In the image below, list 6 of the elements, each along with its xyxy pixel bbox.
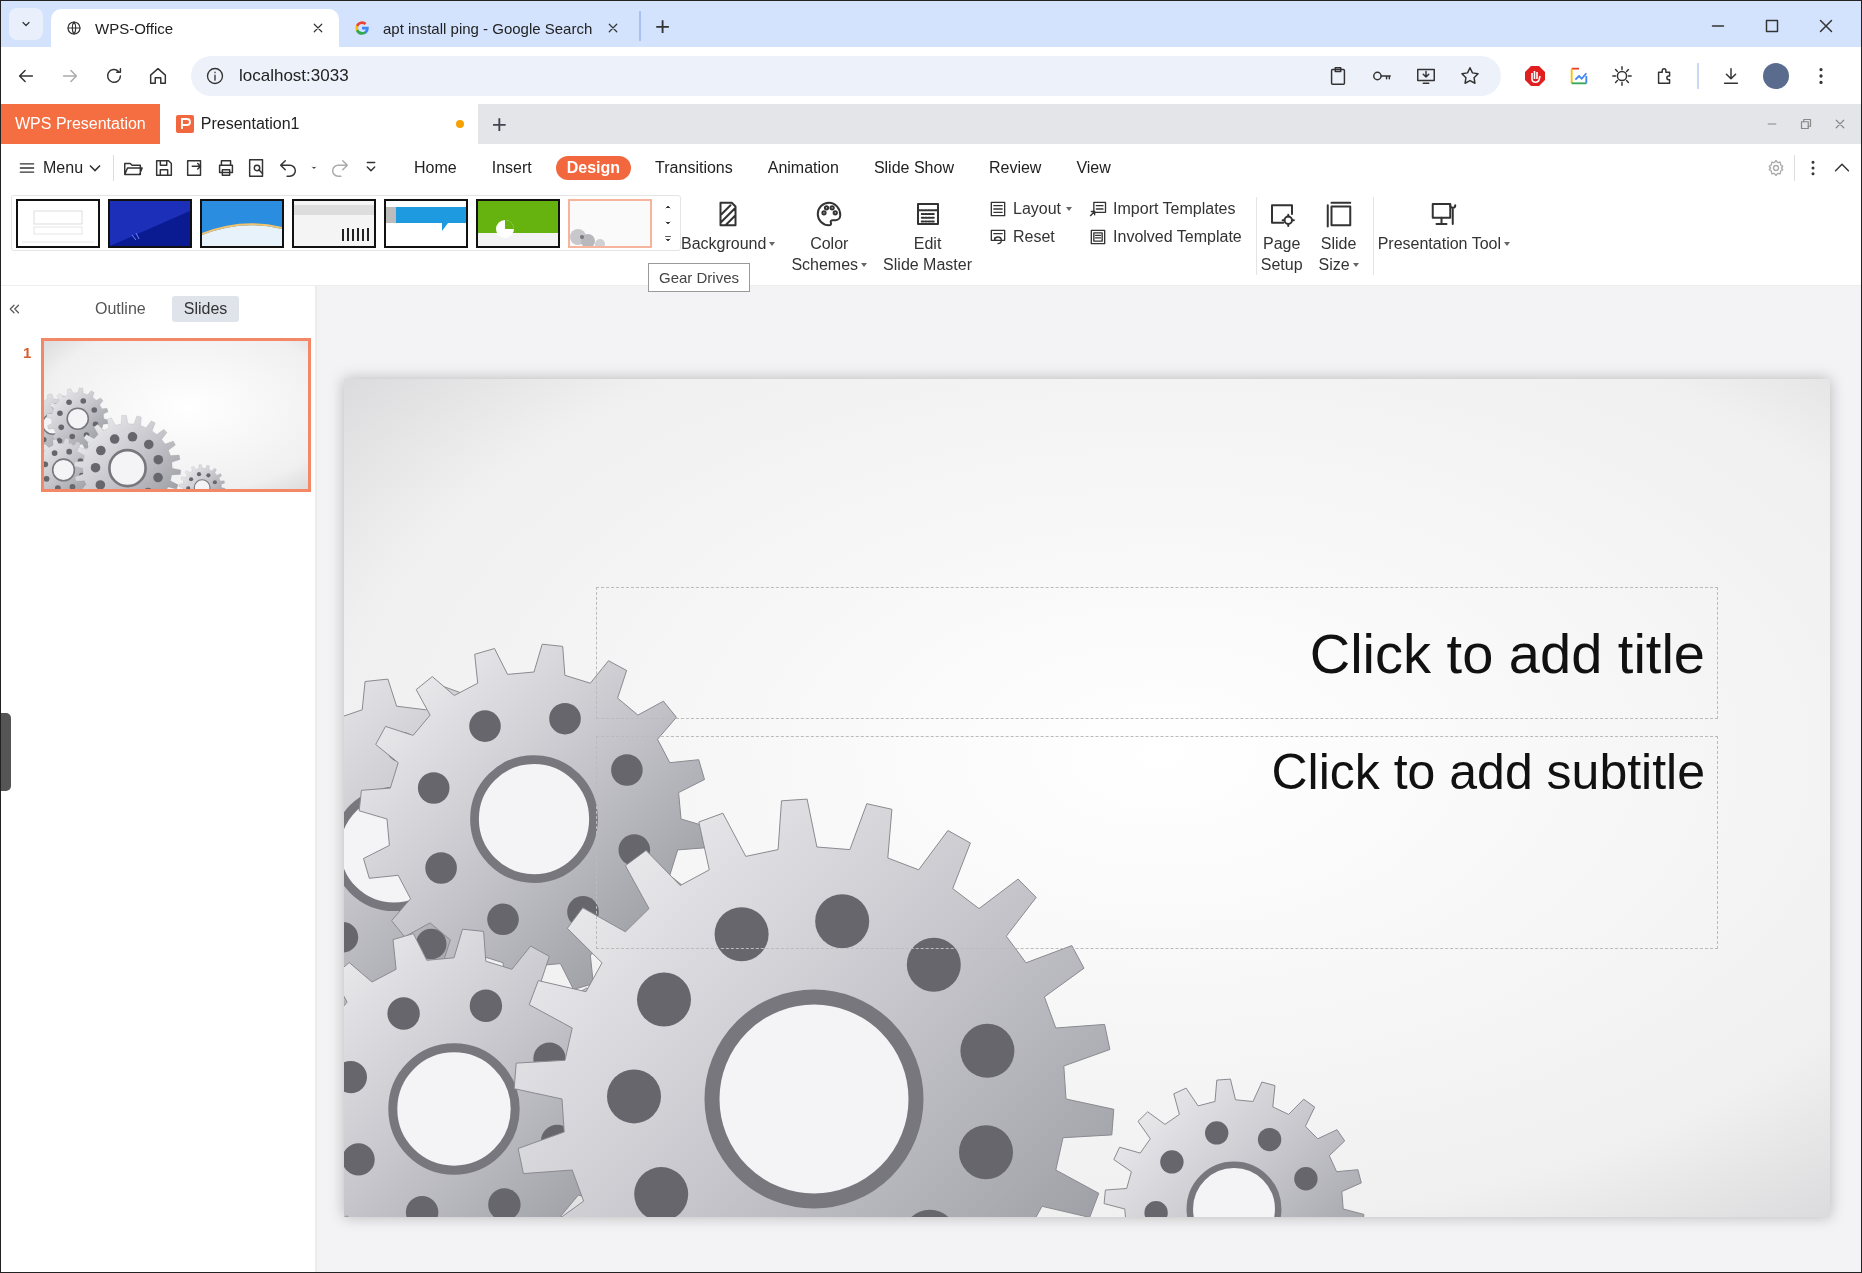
tab-title: WPS-Office xyxy=(95,19,175,37)
tooltip: Gear Drives xyxy=(648,263,751,292)
tab-title: Presentation1 xyxy=(200,115,301,133)
tab-title: apt install ping - Google Search xyxy=(383,19,593,37)
url-text: localhost:3033 xyxy=(239,65,349,86)
slide-number: 1 xyxy=(23,344,32,361)
